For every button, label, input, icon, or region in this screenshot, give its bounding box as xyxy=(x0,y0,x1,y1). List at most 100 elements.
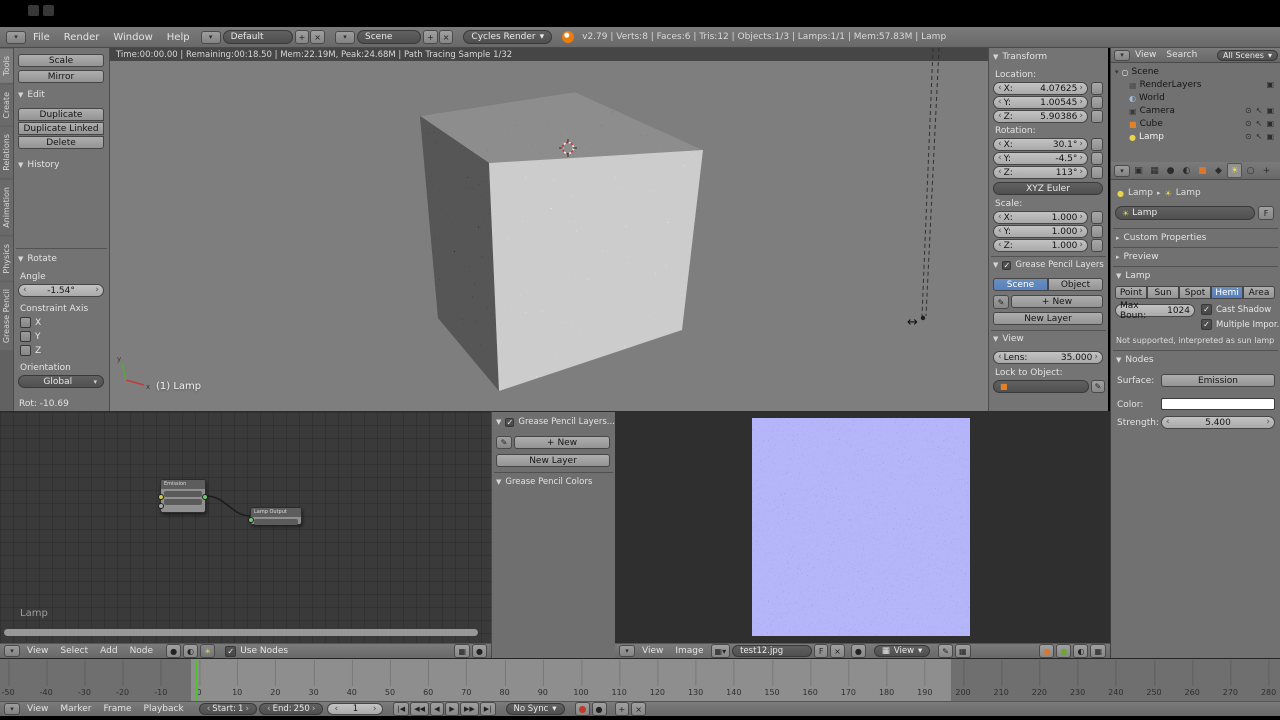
lamp-widget[interactable]: ↔ xyxy=(907,315,926,330)
lamp-type-hemi[interactable]: Hemi xyxy=(1211,286,1243,299)
color-swatch[interactable] xyxy=(1161,398,1275,410)
decrement-icon[interactable]: ‹ xyxy=(23,286,27,295)
decrement-icon[interactable]: ‹ xyxy=(334,704,338,714)
decrement-icon[interactable]: ‹ xyxy=(998,98,1002,107)
shader-type-object-icon[interactable]: ● xyxy=(166,644,182,658)
add-scene-button[interactable]: + xyxy=(423,30,438,44)
screen-layout-field[interactable]: Default xyxy=(222,30,293,44)
decrement-icon[interactable]: ‹ xyxy=(998,168,1002,177)
shader-type-lamp-icon[interactable]: ☀ xyxy=(200,644,216,658)
tab-lamp-data[interactable]: ☀ xyxy=(1227,163,1242,178)
decrement-icon[interactable]: ‹ xyxy=(998,140,1002,149)
max-bounces-field[interactable]: Max Boun: 1024 xyxy=(1115,301,1195,321)
preview-panel-header[interactable]: ▸ Preview xyxy=(1116,252,1159,262)
lamp-panel-header[interactable]: ▼ Lamp xyxy=(1116,271,1150,281)
location-z-field[interactable]: ‹ Z: 5.90386 › xyxy=(993,110,1088,123)
record-button[interactable] xyxy=(574,702,590,716)
image-name-field[interactable]: test12.jpg xyxy=(732,645,813,657)
decrement-icon[interactable]: ‹ xyxy=(998,84,1002,93)
checkbox-icon[interactable]: ✓ xyxy=(225,645,237,657)
edit-panel-header[interactable]: ▼ Edit xyxy=(18,90,45,100)
gp-checkbox[interactable]: ✓ xyxy=(1002,260,1012,270)
output-socket[interactable] xyxy=(202,494,208,500)
channel-alpha-icon[interactable]: ● xyxy=(1056,644,1072,658)
editor-type-icon[interactable]: ▾ xyxy=(1114,49,1130,61)
scene-name-field[interactable]: Scene xyxy=(357,30,421,44)
cast-shadow-checkbox[interactable]: ✓ Cast Shadow xyxy=(1201,304,1271,315)
copy-value-button[interactable] xyxy=(1091,211,1103,224)
increment-icon[interactable]: › xyxy=(1079,84,1083,93)
keying-set-icon[interactable]: ● xyxy=(591,702,607,716)
increment-icon[interactable]: › xyxy=(1079,140,1083,149)
increment-icon[interactable]: › xyxy=(1094,353,1098,362)
decrement-icon[interactable]: ‹ xyxy=(1166,418,1170,427)
screen-browse-icon[interactable]: ▾ xyxy=(200,30,221,44)
decrement-icon[interactable]: ‹ xyxy=(207,704,211,714)
duplicate-button[interactable]: Duplicate xyxy=(18,108,104,121)
snap-icon[interactable]: ▦ xyxy=(454,644,471,658)
axis-y-checkbox[interactable]: Y xyxy=(20,331,41,342)
decrement-icon[interactable]: ‹ xyxy=(267,704,271,714)
lamp-type-area[interactable]: Area xyxy=(1243,286,1275,299)
tab-physics[interactable]: Physics xyxy=(0,236,13,281)
editor-type-icon[interactable]: ▾ xyxy=(1114,164,1130,177)
id-name-field[interactable]: ☀ Lamp xyxy=(1115,206,1255,220)
tab-object[interactable]: ■ xyxy=(1195,163,1210,178)
lens-field[interactable]: ‹ Lens: 35.000 › xyxy=(993,351,1103,364)
timeline-menu-view[interactable]: View xyxy=(22,704,53,714)
viewport-3d[interactable]: Time:00:00.00 | Remaining:00:18.50 | Mem… xyxy=(110,48,988,411)
pin-icon[interactable]: ● xyxy=(850,644,866,658)
engine-select[interactable]: Cycles Render ▾ xyxy=(463,30,553,44)
outliner-menu-search[interactable]: Search xyxy=(1161,50,1202,60)
outliner-menu-view[interactable]: View xyxy=(1130,50,1161,60)
camera-visibility-toggles[interactable]: ⊙ ↖ ▣ xyxy=(1245,106,1274,115)
timeline-menu-marker[interactable]: Marker xyxy=(55,704,96,714)
gp-colors-panel-header[interactable]: ▼ Grease Pencil Colors xyxy=(496,477,592,487)
close-screen-button[interactable]: × xyxy=(310,30,325,44)
copy-value-button[interactable] xyxy=(1091,82,1103,95)
frame-end-field[interactable]: ‹ End: 250 › xyxy=(258,703,324,715)
increment-icon[interactable]: › xyxy=(1079,98,1083,107)
channel-rgb-icon[interactable]: ◐ xyxy=(1073,644,1089,658)
checkbox-icon[interactable]: ✓ xyxy=(1201,304,1212,315)
multiple-importance-checkbox[interactable]: ✓ Multiple Impor... xyxy=(1201,319,1280,330)
tab-physics[interactable]: ○ xyxy=(1243,163,1258,178)
tab-render[interactable]: ▣ xyxy=(1131,163,1146,178)
channel-color-icon[interactable]: ● xyxy=(1039,644,1055,658)
increment-icon[interactable]: › xyxy=(373,704,377,714)
history-panel-header[interactable]: ▼ History xyxy=(18,160,59,170)
image-editor[interactable]: ▾ View Image ▦ ▾ test12.jpg F × ● ▦ View ▾ … xyxy=(615,411,1110,659)
outliner-item-camera[interactable]: ▣ Camera xyxy=(1129,106,1175,116)
tab-constraints[interactable]: ◆ xyxy=(1211,163,1226,178)
checkbox-icon[interactable]: ✓ xyxy=(1201,319,1212,330)
editor-type-icon[interactable]: ▾ xyxy=(4,645,20,657)
strength-field[interactable]: ‹ 5.400 › xyxy=(1161,416,1275,429)
decrement-icon[interactable]: ‹ xyxy=(998,213,1002,222)
rotation-x-field[interactable]: ‹ X: 30.1° › xyxy=(993,138,1088,151)
scale-button[interactable]: Scale xyxy=(18,54,104,67)
outliner-display-mode-select[interactable]: All Scenes ▾ xyxy=(1216,49,1278,61)
renderlayers-render-toggle[interactable]: ▣ xyxy=(1266,80,1274,89)
tab-particles[interactable]: + xyxy=(1259,163,1274,178)
lamp-type-sun[interactable]: Sun xyxy=(1147,286,1179,299)
outliner-item-scene[interactable]: ▾ ○ Scene xyxy=(1115,67,1159,77)
jump-to-start-button[interactable]: |◀ xyxy=(393,702,410,716)
increment-icon[interactable]: › xyxy=(1079,227,1083,236)
node-menu-node[interactable]: Node xyxy=(125,646,159,656)
add-screen-button[interactable]: + xyxy=(294,30,310,44)
strength-input-socket[interactable] xyxy=(158,503,164,509)
frame-start-field[interactable]: ‹ Start: 1 › xyxy=(198,703,257,715)
gp-new-layer-button[interactable]: New Layer xyxy=(993,312,1103,325)
image-menu-view[interactable]: View xyxy=(637,646,668,656)
viewport-canvas[interactable]: ↔ x y xyxy=(110,48,988,411)
gp-scene-toggle[interactable]: Scene xyxy=(993,278,1048,291)
scopes-icon[interactable]: ▦ xyxy=(1090,644,1106,658)
outliner-item-cube[interactable]: ■ Cube xyxy=(1129,119,1163,129)
scale-x-field[interactable]: ‹ X: 1.000 › xyxy=(993,211,1088,224)
surface-select[interactable]: Emission xyxy=(1161,374,1275,387)
color-input-socket[interactable] xyxy=(158,494,164,500)
view-panel-header[interactable]: ▼ View xyxy=(993,334,1024,344)
checkbox-icon[interactable] xyxy=(20,345,31,356)
gp-new-layer-button[interactable]: New Layer xyxy=(496,454,610,467)
decrement-icon[interactable]: ‹ xyxy=(998,154,1002,163)
